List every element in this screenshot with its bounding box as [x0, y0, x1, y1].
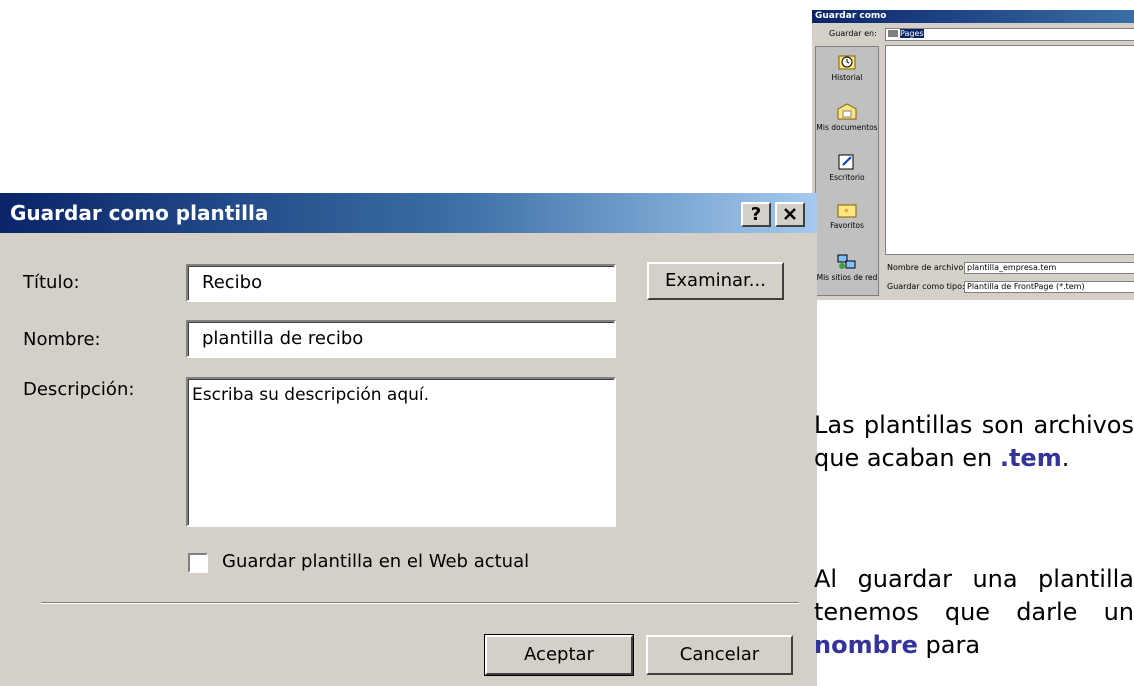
titulo-input[interactable]: Recibo — [186, 264, 616, 302]
place-escritorio[interactable]: Escritorio — [816, 153, 878, 182]
nombre-archivo-input[interactable]: plantilla_empresa.tem — [964, 262, 1134, 274]
guardar-como-plantilla-dialog: Guardar como plantilla ? Título: Recibo … — [0, 193, 817, 686]
place-mis-documentos[interactable]: Mis documentos — [816, 103, 878, 132]
descripcion-label: Descripción: — [23, 379, 135, 400]
close-icon — [784, 208, 796, 220]
descripcion-textarea[interactable]: Escriba su descripción aquí. — [186, 377, 616, 527]
examinar-button[interactable]: Examinar... — [647, 262, 784, 300]
paragraph-guardar: Al guardar una plantilla tenemos que dar… — [814, 565, 1134, 659]
checkbox-label: Guardar plantilla en el Web actual — [222, 551, 530, 572]
file-list[interactable] — [885, 45, 1134, 255]
dialog-separator — [41, 602, 799, 604]
guardar-en-web-checkbox[interactable] — [188, 553, 208, 573]
aceptar-button[interactable]: Aceptar — [484, 634, 634, 676]
help-button[interactable]: ? — [741, 202, 771, 227]
nombre-highlight: nombre — [814, 630, 918, 659]
nombre-label: Nombre: — [23, 329, 101, 350]
dialog-title: Guardar como plantilla — [10, 201, 269, 225]
guardar-en-select[interactable]: Pages — [885, 28, 1134, 41]
place-mis-sitios-de-red[interactable]: Mis sitios de red — [816, 253, 878, 282]
svg-text:*: * — [844, 208, 849, 218]
favorites-icon: * — [837, 201, 857, 219]
documents-folder-icon — [837, 103, 857, 121]
network-icon — [837, 253, 857, 271]
paragraph-plantillas: Las plantillas son archivos que acaban e… — [814, 411, 1134, 472]
place-historial[interactable]: Historial — [816, 53, 878, 82]
history-icon — [837, 53, 857, 71]
tipo-select[interactable]: Plantilla de FrontPage (*.tem) — [964, 281, 1134, 293]
dialog-titlebar: Guardar como plantilla ? — [0, 193, 817, 233]
nombre-archivo-label: Nombre de archivo: — [887, 263, 966, 272]
save-as-dialog: Guardar como Guardar en: Pages Historial… — [812, 10, 1134, 300]
titulo-label: Título: — [23, 272, 80, 293]
nombre-input[interactable]: plantilla de recibo — [186, 320, 616, 358]
desktop-icon — [837, 153, 857, 171]
cancelar-button[interactable]: Cancelar — [646, 635, 793, 675]
folder-icon — [888, 30, 898, 37]
tipo-label: Guardar como tipo: — [887, 282, 965, 291]
places-bar: Historial Mis documentos Escritorio * Fa… — [815, 46, 879, 296]
close-button[interactable] — [775, 202, 805, 227]
guardar-en-label: Guardar en: — [829, 29, 877, 38]
save-as-title: Guardar como — [812, 10, 1134, 23]
tem-extension: .tem — [999, 443, 1062, 472]
place-favoritos[interactable]: * Favoritos — [816, 201, 878, 230]
